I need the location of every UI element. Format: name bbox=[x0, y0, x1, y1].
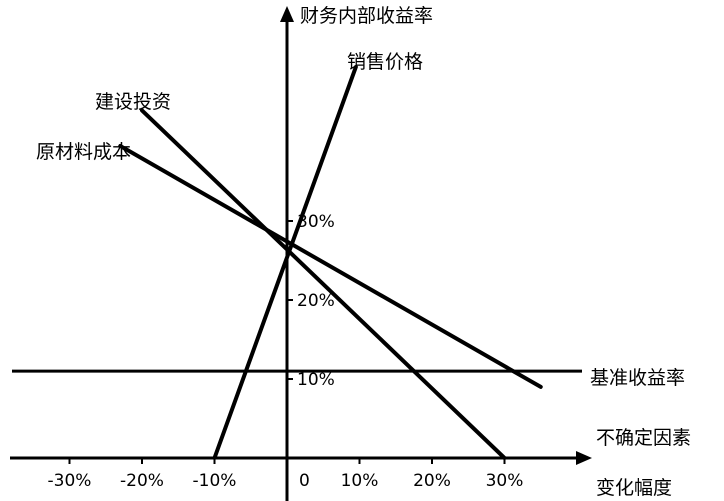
series-lines bbox=[118, 64, 543, 460]
series-label-sales-price: 销售价格 bbox=[347, 51, 423, 73]
axes bbox=[10, 6, 592, 501]
x-tick-label: -30% bbox=[48, 471, 92, 491]
reference-line-label: 基准收益率 bbox=[590, 367, 685, 389]
x-axis-label-line2: 变化幅度 bbox=[596, 477, 672, 499]
y-tick-label: 20% bbox=[297, 291, 335, 311]
y-axis-label: 财务内部收益率 bbox=[300, 5, 433, 27]
series-label-construction-investment: 建设投资 bbox=[95, 91, 171, 113]
x-axis-arrow bbox=[576, 451, 592, 465]
x-tick-label: 10% bbox=[341, 471, 379, 491]
labels: 财务内部收益率 不确定因素 变化幅度 销售价格 建设投资 原材料成本 基准收益率 bbox=[36, 5, 691, 499]
series-label-raw-material-cost: 原材料成本 bbox=[36, 141, 131, 163]
sales-price-line bbox=[212, 64, 358, 460]
x-axis-label-line1: 不确定因素 bbox=[596, 427, 691, 449]
y-axis-arrow bbox=[280, 6, 294, 22]
raw-material-cost-line bbox=[118, 143, 543, 389]
chart: -30% -20% -10% 0 10% 20% 30% 10% 20% 30% 财务内部收益率… bbox=[10, 5, 691, 501]
y-tick-label: 10% bbox=[297, 370, 335, 390]
x-tick-labels: -30% -20% -10% 0 10% 20% 30% bbox=[48, 458, 524, 491]
x-tick-label: 20% bbox=[413, 471, 451, 491]
x-tick-label: 0 bbox=[299, 471, 310, 491]
x-tick-label: -20% bbox=[120, 471, 164, 491]
x-tick-label: 30% bbox=[486, 471, 524, 491]
y-tick-label: 30% bbox=[297, 212, 335, 232]
x-tick-label: -10% bbox=[193, 471, 237, 491]
